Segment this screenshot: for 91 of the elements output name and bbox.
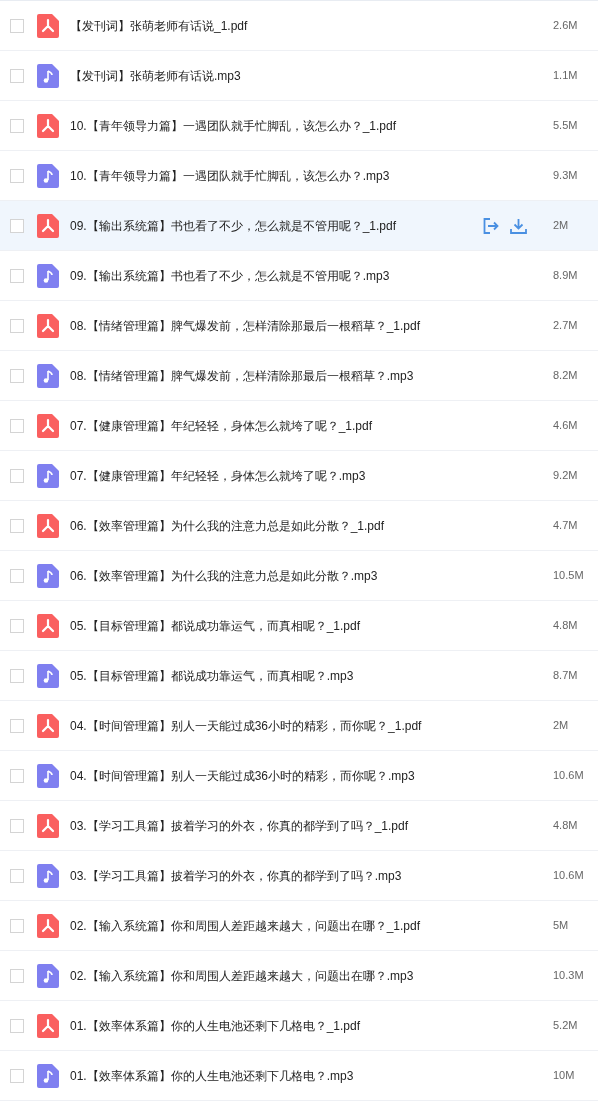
music-file-icon [37, 463, 59, 488]
file-size: 2M [553, 718, 570, 734]
pdf-file-icon [37, 13, 59, 38]
file-name[interactable]: 07.【健康管理篇】年纪轻轻，身体怎么就垮了呢？.mp3 [70, 466, 366, 485]
file-size: 4.8M [553, 818, 579, 834]
checkbox[interactable] [10, 518, 24, 533]
checkbox[interactable] [10, 918, 24, 933]
music-file-icon [37, 163, 59, 188]
file-name[interactable]: 01.【效率体系篇】你的人生电池还剩下几格电？_1.pdf [70, 1016, 361, 1035]
file-size: 9.3M [553, 168, 579, 184]
file-name[interactable]: 09.【输出系统篇】书也看了不少，怎么就是不管用呢？_1.pdf [70, 216, 397, 235]
pdf-file-icon [37, 113, 59, 138]
music-file-icon [37, 663, 59, 688]
file-name[interactable]: 04.【时间管理篇】别人一天能过成36小时的精彩，而你呢？.mp3 [70, 766, 415, 785]
file-name[interactable]: 08.【情绪管理篇】脾气爆发前，怎样清除那最后一根稻草？_1.pdf [70, 316, 421, 335]
file-size: 10.5M [553, 568, 585, 584]
checkbox[interactable] [10, 1068, 24, 1083]
checkbox[interactable] [10, 718, 24, 733]
file-size: 2.7M [553, 318, 579, 334]
file-size: 1.1M [553, 68, 579, 84]
file-row[interactable]: 09.【输出系统篇】书也看了不少，怎么就是不管用呢？_1.pdf 2M [0, 201, 598, 251]
file-size: 2M [553, 218, 570, 234]
pdf-file-icon [37, 713, 59, 738]
file-name[interactable]: 03.【学习工具篇】披着学习的外衣，你真的都学到了吗？.mp3 [70, 866, 402, 885]
checkbox[interactable] [10, 1018, 24, 1033]
file-size: 5.2M [553, 1018, 579, 1034]
file-size: 5M [553, 918, 570, 934]
file-name[interactable]: 05.【目标管理篇】都说成功靠运气，而真相呢？_1.pdf [70, 616, 361, 635]
file-size: 9.2M [553, 468, 579, 484]
checkbox[interactable] [10, 318, 24, 333]
pdf-file-icon [37, 313, 59, 338]
music-file-icon [37, 763, 59, 788]
checkbox[interactable] [10, 668, 24, 683]
pdf-file-icon [37, 1013, 59, 1038]
file-name[interactable]: 09.【输出系统篇】书也看了不少，怎么就是不管用呢？.mp3 [70, 266, 390, 285]
file-size: 4.8M [553, 618, 579, 634]
file-name[interactable]: 02.【输入系统篇】你和周围人差距越来越大，问题出在哪？.mp3 [70, 966, 414, 985]
checkbox[interactable] [10, 18, 24, 33]
music-file-icon [37, 63, 59, 88]
file-name[interactable]: 07.【健康管理篇】年纪轻轻，身体怎么就垮了呢？_1.pdf [70, 416, 373, 435]
checkbox[interactable] [10, 68, 24, 83]
pdf-file-icon [37, 813, 59, 838]
file-name[interactable]: 10.【青年领导力篇】一遇团队就手忙脚乱，该怎么办？_1.pdf [70, 116, 397, 135]
file-name[interactable]: 04.【时间管理篇】别人一天能过成36小时的精彩，而你呢？_1.pdf [70, 716, 422, 735]
music-file-icon [37, 563, 59, 588]
file-name[interactable]: 02.【输入系统篇】你和周围人差距越来越大，问题出在哪？_1.pdf [70, 916, 421, 935]
file-size: 5.5M [553, 118, 579, 134]
file-name[interactable]: 【发刊词】张萌老师有话说.mp3 [70, 66, 241, 85]
music-file-icon [37, 263, 59, 288]
pdf-file-icon [37, 613, 59, 638]
checkbox[interactable] [10, 618, 24, 633]
file-size: 10M [553, 1068, 576, 1084]
file-name[interactable]: 06.【效率管理篇】为什么我的注意力总是如此分散？_1.pdf [70, 516, 385, 535]
checkbox[interactable] [10, 568, 24, 583]
checkbox[interactable] [10, 418, 24, 433]
checkbox[interactable] [10, 818, 24, 833]
file-size: 4.7M [553, 518, 579, 534]
file-size: 10.3M [553, 968, 585, 984]
music-file-icon [37, 863, 59, 888]
file-name[interactable]: 08.【情绪管理篇】脾气爆发前，怎样清除那最后一根稻草？.mp3 [70, 366, 414, 385]
file-size: 8.9M [553, 268, 579, 284]
download-icon[interactable] [510, 217, 527, 234]
file-size: 2.6M [553, 18, 579, 34]
checkbox[interactable] [10, 768, 24, 783]
file-name[interactable]: 【发刊词】张萌老师有话说_1.pdf [70, 16, 248, 35]
file-name[interactable]: 10.【青年领导力篇】一遇团队就手忙脚乱，该怎么办？.mp3 [70, 166, 390, 185]
file-size: 10.6M [553, 768, 585, 784]
file-name[interactable]: 06.【效率管理篇】为什么我的注意力总是如此分散？.mp3 [70, 566, 378, 585]
checkbox[interactable] [10, 118, 24, 133]
pdf-file-icon [37, 213, 59, 238]
checkbox[interactable] [10, 968, 24, 983]
file-size: 10.6M [553, 868, 585, 884]
music-file-icon [37, 963, 59, 988]
file-name[interactable]: 01.【效率体系篇】你的人生电池还剩下几格电？.mp3 [70, 1066, 354, 1085]
music-file-icon [37, 1063, 59, 1088]
pdf-file-icon [37, 513, 59, 538]
checkbox[interactable] [10, 468, 24, 483]
file-size: 8.7M [553, 668, 579, 684]
checkbox[interactable] [10, 368, 24, 383]
music-file-icon [37, 363, 59, 388]
pdf-file-icon [37, 413, 59, 438]
checkbox[interactable] [10, 268, 24, 283]
file-name[interactable]: 03.【学习工具篇】披着学习的外衣，你真的都学到了吗？_1.pdf [70, 816, 409, 835]
file-name[interactable]: 05.【目标管理篇】都说成功靠运气，而真相呢？.mp3 [70, 666, 354, 685]
checkbox[interactable] [10, 218, 24, 233]
checkbox[interactable] [10, 168, 24, 183]
file-size: 8.2M [553, 368, 579, 384]
checkbox[interactable] [10, 868, 24, 883]
move-icon[interactable] [483, 217, 500, 234]
file-size: 4.6M [553, 418, 579, 434]
pdf-file-icon [37, 913, 59, 938]
